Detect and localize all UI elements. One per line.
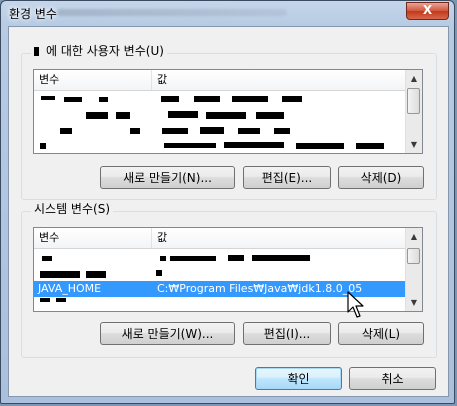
redacted-text [224, 142, 284, 148]
redacted-text [162, 128, 188, 134]
redacted-text [160, 256, 166, 261]
redacted-text [130, 128, 140, 134]
user-variables-list-header: 변수 값 [34, 70, 406, 91]
redacted-text [164, 143, 216, 148]
redacted-text [99, 97, 108, 102]
title-bar[interactable]: 환경 변수 X [1, 1, 454, 25]
redacted-text [64, 97, 82, 102]
redacted-text [356, 143, 384, 149]
list-item[interactable] [34, 249, 406, 265]
redacted-text [282, 96, 302, 102]
system-delete-button[interactable]: 삭제(L) [338, 322, 424, 345]
variable-name: JAVA_HOME [38, 282, 102, 295]
list-item[interactable] [34, 107, 406, 123]
redacted-text [194, 96, 220, 102]
user-variables-list-body [34, 91, 406, 153]
scroll-down-arrow-icon[interactable]: ▼ [406, 294, 422, 311]
redacted-text [86, 112, 108, 119]
redacted-text [156, 270, 162, 276]
scroll-down-arrow-icon[interactable]: ▼ [406, 136, 422, 153]
system-list-scrollbar[interactable]: ▲ ▼ [405, 228, 422, 311]
user-list-scrollbar[interactable]: ▲ ▼ [405, 70, 422, 153]
redacted-text [200, 127, 224, 134]
scrollbar-thumb[interactable] [407, 248, 420, 264]
redacted-text [60, 128, 72, 134]
redacted-text [228, 255, 244, 261]
mouse-pointer-icon [347, 291, 364, 318]
redacted-text [206, 112, 246, 119]
column-header-name[interactable]: 변수 [34, 70, 152, 90]
system-new-button[interactable]: 새로 만들기(W)... [100, 322, 235, 345]
redacted-text [56, 298, 66, 302]
redacted-text [296, 143, 344, 149]
user-variables-group-label: 에 대한 사용자 변수(U) [31, 44, 167, 58]
redacted-text [40, 271, 80, 278]
user-new-button[interactable]: 새로 만들기(N)... [100, 166, 235, 189]
close-button[interactable]: X [406, 2, 449, 20]
window-title: 환경 변수 [9, 7, 57, 21]
redacted-text [232, 96, 268, 102]
user-delete-button[interactable]: 삭제(D) [338, 166, 424, 189]
system-variables-group-label: 시스템 변수(S) [31, 202, 113, 216]
variable-value: C:₩Program Files₩Java₩jdk1.8.0_05 [157, 282, 363, 295]
list-item[interactable] [34, 265, 406, 281]
redacted-text [42, 256, 52, 261]
scroll-up-arrow-icon[interactable]: ▲ [406, 228, 422, 245]
redacted-text [238, 128, 260, 134]
column-header-name[interactable]: 변수 [34, 228, 152, 248]
user-variables-list[interactable]: 변수 값 ▲ ▼ [33, 69, 423, 154]
scroll-up-arrow-icon[interactable]: ▲ [406, 70, 422, 87]
system-variables-list-header: 변수 값 [34, 228, 406, 249]
redacted-text [40, 143, 46, 149]
redacted-text [161, 96, 179, 102]
redacted-text [116, 112, 130, 119]
system-edit-button[interactable]: 편집(I)... [243, 322, 331, 345]
redacted-username [34, 47, 39, 56]
redacted-text [41, 96, 55, 100]
list-item[interactable] [34, 91, 406, 107]
redacted-text [40, 298, 50, 302]
cancel-button[interactable]: 취소 [349, 367, 436, 390]
list-item[interactable] [34, 123, 406, 139]
column-header-value[interactable]: 값 [152, 228, 406, 248]
scrollbar-thumb[interactable] [407, 88, 420, 114]
redacted-text [274, 128, 290, 134]
ok-button[interactable]: 확인 [255, 367, 342, 390]
list-item[interactable] [34, 139, 406, 153]
title-bar-blurred-background [57, 9, 287, 16]
user-edit-button[interactable]: 편집(E)... [243, 166, 331, 189]
column-header-value[interactable]: 값 [152, 70, 406, 90]
redacted-text [170, 256, 216, 261]
redacted-text [252, 255, 310, 261]
redacted-text [168, 111, 198, 118]
redacted-text [256, 112, 284, 119]
redacted-text [86, 271, 106, 278]
close-icon: X [422, 3, 433, 17]
